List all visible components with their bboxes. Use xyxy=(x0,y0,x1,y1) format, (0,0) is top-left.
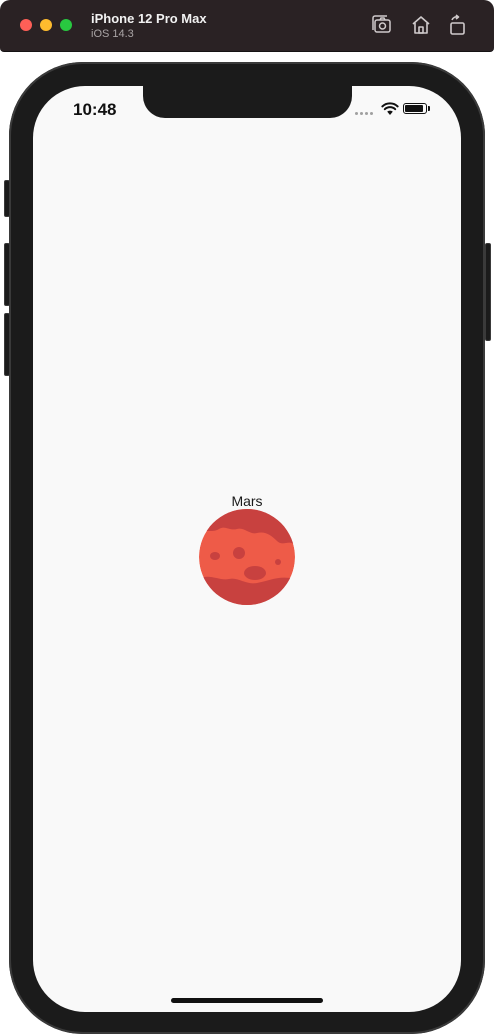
status-time: 10:48 xyxy=(73,100,117,119)
home-indicator[interactable] xyxy=(171,998,323,1003)
device-name: iPhone 12 Pro Max xyxy=(91,11,207,26)
phone-screen[interactable]: 10:48 Mars xyxy=(33,86,461,1012)
simulator-window: iPhone 12 Pro Max iOS 14.3 10:48 Mars xyxy=(0,0,494,1036)
notch xyxy=(143,86,352,118)
rotate-icon[interactable] xyxy=(446,14,468,36)
wifi-icon xyxy=(381,102,399,116)
mars-icon xyxy=(199,509,295,605)
screenshot-icon[interactable] xyxy=(371,14,393,36)
title-bar[interactable]: iPhone 12 Pro Max iOS 14.3 xyxy=(0,0,494,52)
home-icon[interactable] xyxy=(410,14,432,36)
cellular-signal-icon xyxy=(355,112,375,116)
planet-name: Mars xyxy=(231,493,263,509)
minimize-window-button[interactable] xyxy=(40,19,52,31)
os-version: iOS 14.3 xyxy=(91,28,134,40)
battery-level xyxy=(405,105,423,112)
status-indicators xyxy=(355,102,435,116)
zoom-window-button[interactable] xyxy=(60,19,72,31)
close-window-button[interactable] xyxy=(20,19,32,31)
battery-icon xyxy=(403,103,427,114)
power-button xyxy=(485,243,491,341)
battery-nub xyxy=(428,106,430,111)
